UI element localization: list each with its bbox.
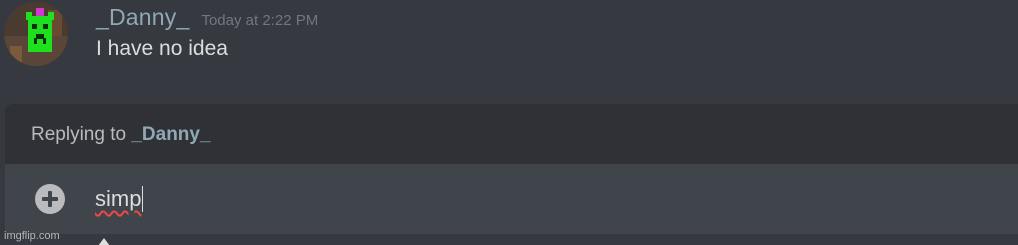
composer-tip-strip: [0, 234, 1018, 245]
message-input[interactable]: simp: [95, 184, 144, 214]
reply-bar: Replying to _Danny_: [5, 104, 1018, 164]
message-header: _Danny_ Today at 2:22 PM: [96, 4, 318, 30]
reply-target-name[interactable]: _Danny_: [131, 124, 210, 145]
watermark: imgflip.com: [4, 230, 60, 242]
plus-circle-icon-vertical: [48, 191, 52, 207]
reply-prefix: Replying to: [31, 124, 132, 145]
message-input-value: simp: [95, 186, 142, 211]
arrow-up-icon: [98, 238, 110, 245]
text-caret: [142, 186, 144, 212]
add-attachment-button[interactable]: [35, 184, 65, 214]
chat-view: _Danny_ Today at 2:22 PM I have no idea …: [0, 0, 1018, 245]
message-text: I have no idea: [96, 37, 228, 60]
message-composer: simp: [5, 164, 1018, 234]
message-timestamp: Today at 2:22 PM: [201, 12, 319, 29]
reply-label: Replying to _Danny_: [31, 124, 211, 146]
message-author[interactable]: _Danny_: [96, 4, 189, 31]
pixel-creeper-avatar-icon: [4, 2, 68, 66]
user-avatar[interactable]: [4, 2, 68, 66]
chat-message: _Danny_ Today at 2:22 PM I have no idea: [0, 0, 1018, 100]
